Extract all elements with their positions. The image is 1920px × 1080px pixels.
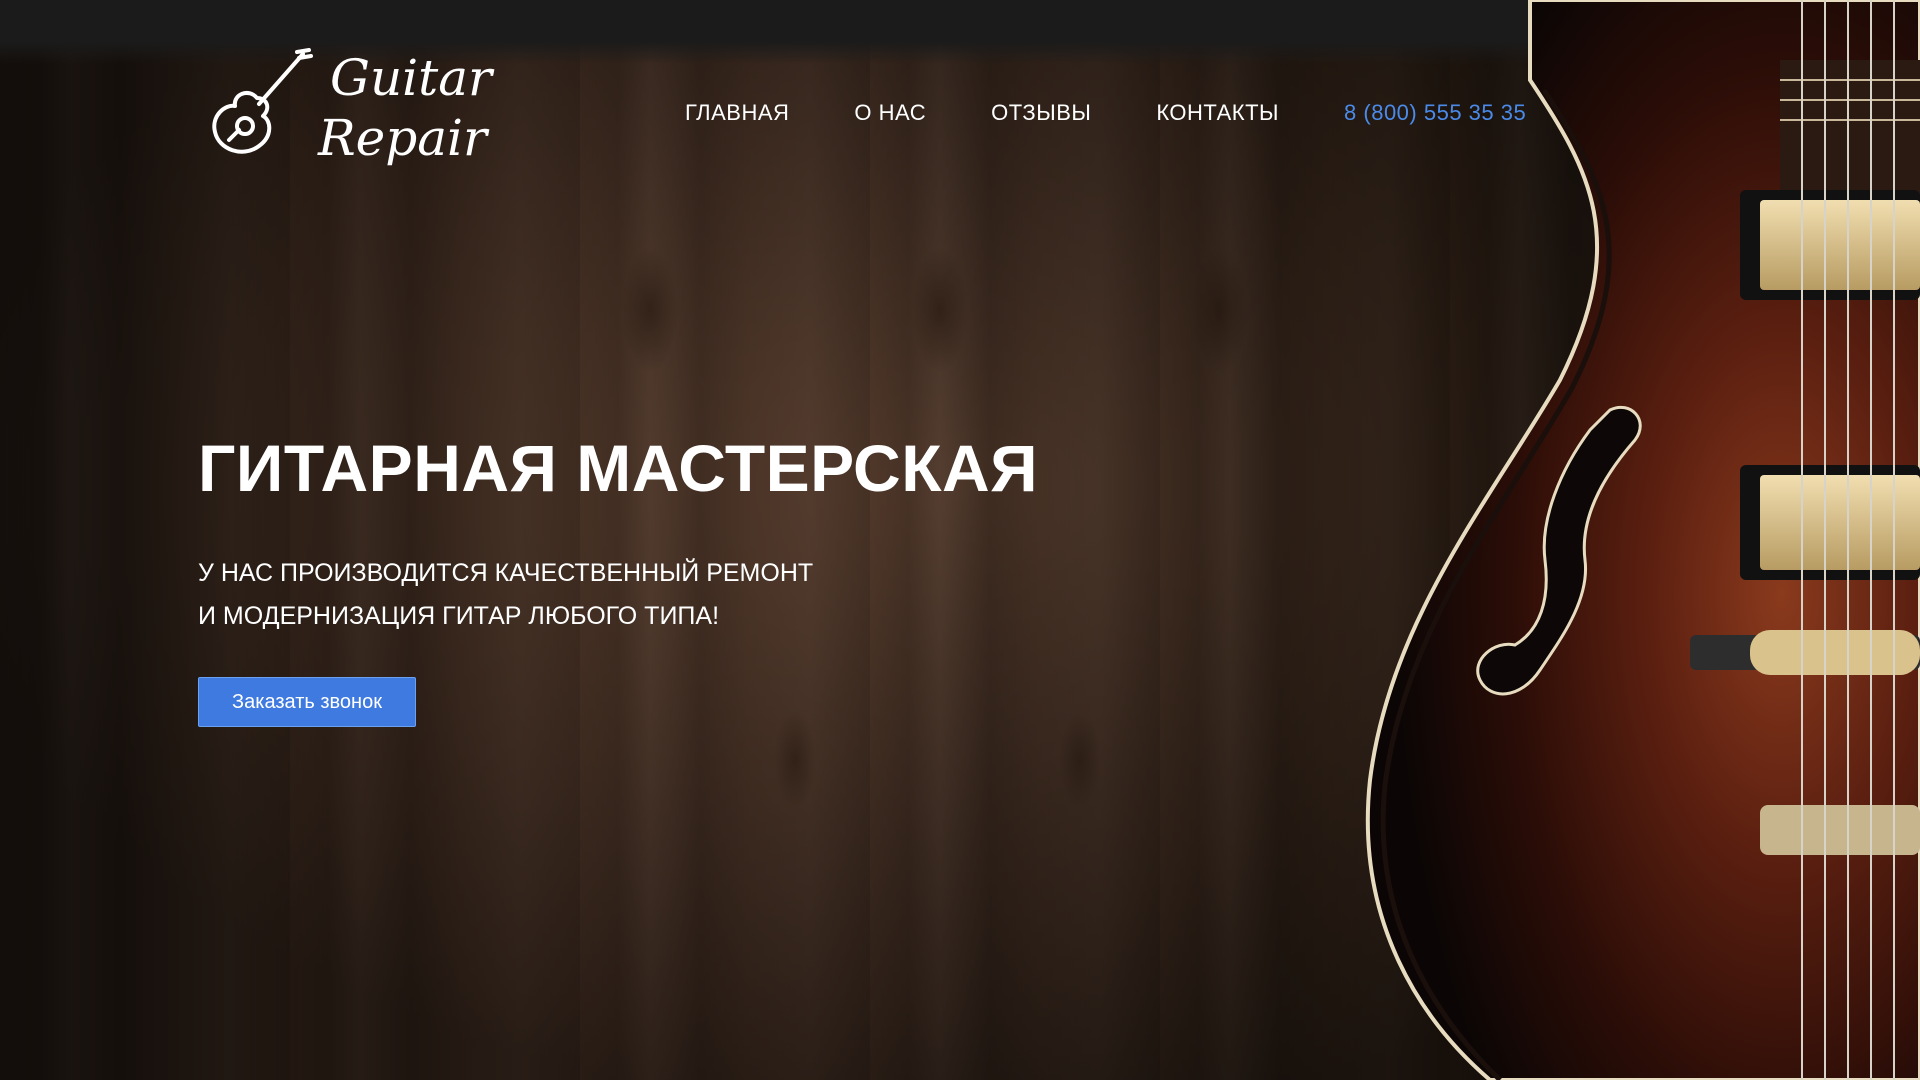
hero-subtitle: У НАС ПРОИЗВОДИТСЯ КАЧЕСТВЕННЫЙ РЕМОНТ И… bbox=[198, 552, 813, 638]
electric-guitar-image bbox=[1365, 0, 1920, 1080]
hero-title: ГИТАРНАЯ МАСТЕРСКАЯ bbox=[198, 431, 1039, 505]
logo-line-1: Guitar bbox=[330, 49, 492, 107]
main-nav: ГЛАВНАЯ О НАС ОТЗЫВЫ КОНТАКТЫ 8 (800) 55… bbox=[685, 100, 1526, 126]
order-call-button[interactable]: Заказать звонок bbox=[198, 677, 416, 727]
nav-link-contacts[interactable]: КОНТАКТЫ bbox=[1156, 100, 1279, 126]
logo-text: Guitar Repair bbox=[318, 48, 492, 168]
landing-page: Guitar Repair ГЛАВНАЯ О НАС ОТЗЫВЫ КОНТА… bbox=[0, 0, 1920, 1080]
site-logo[interactable]: Guitar Repair bbox=[205, 48, 505, 183]
phone-link[interactable]: 8 (800) 555 35 35 bbox=[1344, 100, 1526, 126]
nav-link-home[interactable]: ГЛАВНАЯ bbox=[685, 100, 789, 126]
hero-subtitle-line-1: У НАС ПРОИЗВОДИТСЯ КАЧЕСТВЕННЫЙ РЕМОНТ bbox=[198, 559, 814, 587]
hero-subtitle-line-2: И МОДЕРНИЗАЦИЯ ГИТАР ЛЮБОГО ТИПА! bbox=[198, 602, 720, 630]
nav-link-reviews[interactable]: ОТЗЫВЫ bbox=[991, 100, 1091, 126]
acoustic-guitar-icon bbox=[212, 48, 313, 154]
logo-line-2: Repair bbox=[318, 109, 487, 167]
nav-link-about[interactable]: О НАС bbox=[854, 100, 926, 126]
